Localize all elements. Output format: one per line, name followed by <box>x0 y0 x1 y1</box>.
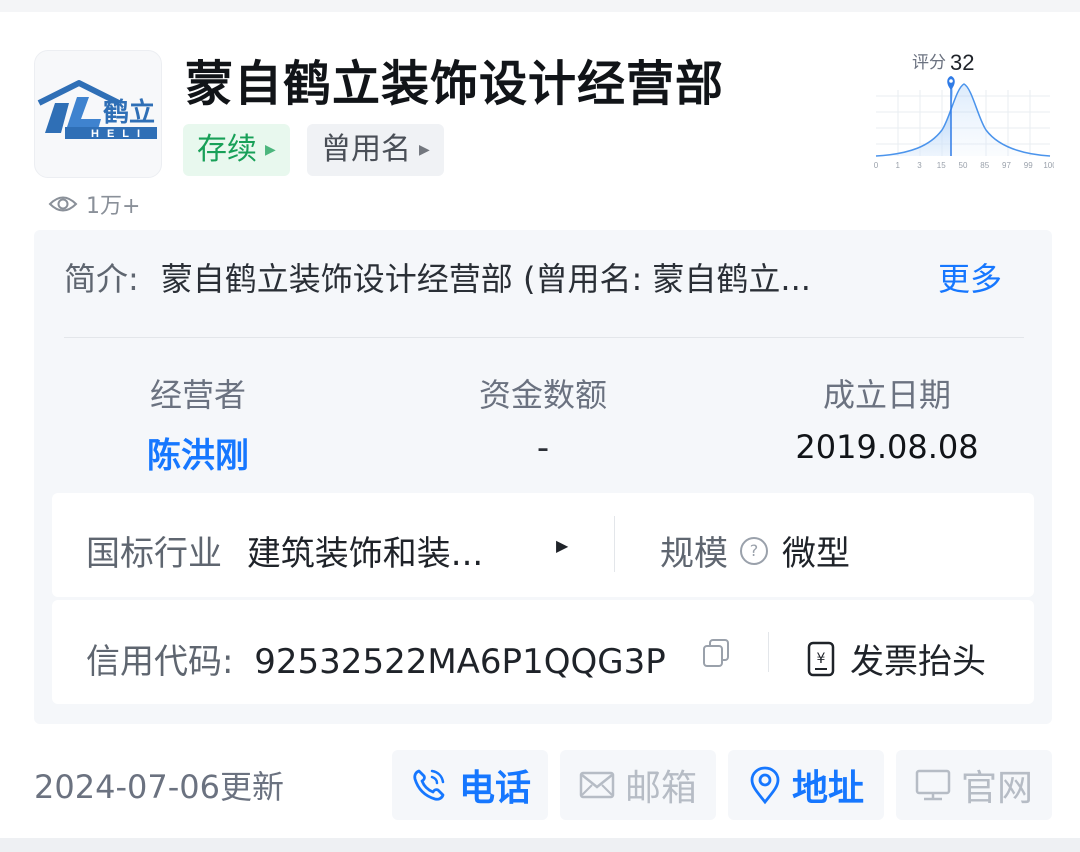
stat-capital-value: - <box>536 428 550 468</box>
score-label: 评分 <box>912 53 946 72</box>
intro-text: 蒙自鹤立装饰设计经营部 (曾用名: 蒙自鹤立... <box>160 260 811 298</box>
stat-founded-value: 2019.08.08 <box>795 428 979 466</box>
score-value: 32 <box>950 50 974 75</box>
svg-text:¥: ¥ <box>817 651 826 667</box>
stat-founded-label: 成立日期 <box>822 376 951 414</box>
invoice-icon: ¥ <box>807 641 835 676</box>
status-tag[interactable]: 存续 ▶ <box>183 124 290 176</box>
website-button[interactable]: 官网 <box>896 750 1052 820</box>
industry-value: 建筑装饰和装... <box>246 534 484 574</box>
stat-capital: 资金数额 - <box>423 370 663 468</box>
email-label: 邮箱 <box>624 768 697 809</box>
score-curve-bg <box>876 84 1050 156</box>
credit-code-value: 92532522MA6P1QQG3P <box>254 642 666 682</box>
score-axis-tick: 100 <box>1043 161 1054 170</box>
intro-more-link[interactable]: 更多 <box>938 254 1002 300</box>
view-count-value: 1万+ <box>86 194 141 219</box>
score-axis-ticks: 0 1 3 15 50 85 97 99 100 <box>874 161 1057 170</box>
score-axis-tick: 15 <box>937 161 946 170</box>
location-pin-icon <box>750 766 780 805</box>
email-button[interactable]: 邮箱 <box>560 750 716 820</box>
eye-icon <box>48 196 78 212</box>
score-axis-tick: 85 <box>980 161 989 170</box>
monitor-icon <box>915 769 951 801</box>
caret-right-icon: ▶ <box>419 142 430 158</box>
stat-operator-value[interactable]: 陈洪刚 <box>78 428 318 477</box>
score-axis-tick: 3 <box>917 161 922 170</box>
logo-brand-cn: 鹤立 <box>103 97 155 127</box>
phone-label: 电话 <box>458 768 531 809</box>
address-label: 地址 <box>791 768 864 809</box>
view-count: 1万+ <box>48 188 140 220</box>
bottom-strip <box>0 838 1080 852</box>
address-button[interactable]: 地址 <box>728 750 884 820</box>
score-chart[interactable]: 评分 32 0 1 3 15 50 85 97 99 100 <box>870 46 1057 176</box>
invoice-button[interactable]: ¥ 发票抬头 <box>806 634 986 683</box>
scale-label: 规模 <box>660 534 728 574</box>
copy-icon[interactable] <box>702 638 730 668</box>
intro-row[interactable]: 简介: 蒙自鹤立装饰设计经营部 (曾用名: 蒙自鹤立... 更多 <box>64 254 1024 300</box>
divider <box>768 632 769 672</box>
divider <box>614 516 615 572</box>
help-icon[interactable]: ? <box>740 536 768 565</box>
company-name: 蒙自鹤立装饰设计经营部 <box>185 56 725 112</box>
phone-icon <box>413 769 445 801</box>
website-label: 官网 <box>960 768 1033 809</box>
updated-date: 2024-07-06更新 <box>34 768 284 806</box>
status-tag-label: 存续 <box>197 132 257 167</box>
phone-button[interactable]: 电话 <box>392 750 548 820</box>
caret-right-icon: ▶ <box>265 142 276 158</box>
stat-operator-label: 经营者 <box>149 376 246 414</box>
score-axis-tick: 99 <box>1024 161 1033 170</box>
score-axis-tick: 97 <box>1002 161 1011 170</box>
score-axis-tick: 1 <box>896 161 901 170</box>
scale-value: 微型 <box>782 534 850 574</box>
industry-field[interactable]: 国标行业 建筑装饰和装... <box>86 526 483 575</box>
credit-code-label: 信用代码: <box>86 642 234 682</box>
score-axis-tick: 0 <box>874 161 879 170</box>
score-marker-pin <box>947 76 955 90</box>
former-name-tag-label: 曾用名 <box>321 132 411 167</box>
scale-field: 规模 ? 微型 <box>660 526 850 575</box>
top-strip <box>0 0 1080 12</box>
industry-label: 国标行业 <box>86 534 222 574</box>
industry-caret-icon[interactable]: ▶ <box>556 536 568 555</box>
former-name-tag[interactable]: 曾用名 ▶ <box>307 124 444 176</box>
logo-brand-en: HELI <box>91 128 148 140</box>
divider <box>64 337 1024 338</box>
company-logo: 鹤立 HELI <box>34 50 162 178</box>
intro-label: 简介: <box>64 260 139 298</box>
mail-icon <box>579 771 615 799</box>
stat-operator[interactable]: 经营者 陈洪刚 <box>78 370 318 477</box>
stat-capital-label: 资金数额 <box>478 376 607 414</box>
score-axis-tick: 50 <box>959 161 968 170</box>
stat-founded: 成立日期 2019.08.08 <box>767 370 1007 466</box>
invoice-label: 发票抬头 <box>850 642 986 682</box>
credit-code-field[interactable]: 信用代码: 92532522MA6P1QQG3P <box>86 634 666 683</box>
